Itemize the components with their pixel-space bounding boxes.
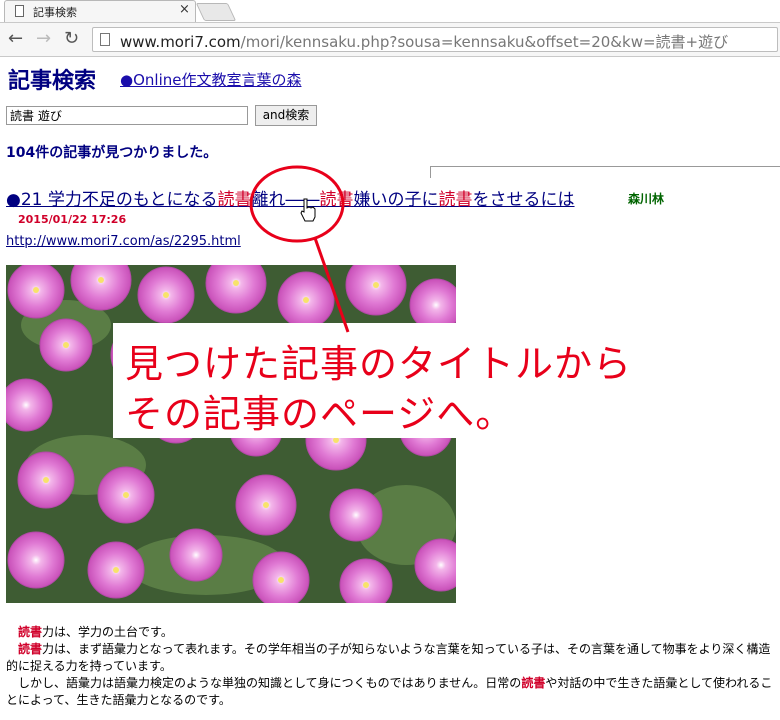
- page-title: 記事検索: [8, 69, 97, 94]
- result-count: 104件の記事が見つかりました。: [6, 145, 218, 161]
- article-author: 森川林: [628, 192, 665, 206]
- article-body: 読書力は、学力の土台です。 読書力は、まず語彙力となって表れます。その学年相当の…: [6, 624, 776, 709]
- article-url-link[interactable]: http://www.mori7.com/as/2295.html: [6, 234, 241, 249]
- side-frame: [430, 166, 780, 178]
- tab-title: 記事検索: [33, 6, 77, 19]
- document-icon: [15, 5, 24, 17]
- article-date: 2015/01/22 17:26: [18, 213, 127, 226]
- annotation-line-1: 見つけた記事のタイトルから: [125, 342, 633, 386]
- close-tab-icon[interactable]: ×: [179, 2, 190, 17]
- body-paragraph: 読書力は、学力の土台です。: [18, 625, 173, 639]
- annotation-line-2: その記事のページへ。: [125, 392, 515, 436]
- body-paragraph: しかし、語彙力は語彙力検定のような単独の知識として身につくものではありません。日…: [6, 676, 773, 707]
- browser-toolbar: ← → ↻ www.mori7.com/mori/kennsaku.php?so…: [0, 23, 780, 57]
- search-input[interactable]: [6, 106, 248, 125]
- page-icon: [100, 33, 110, 46]
- forward-arrow-icon[interactable]: →: [36, 28, 51, 49]
- reload-icon[interactable]: ↻: [64, 28, 79, 49]
- address-bar[interactable]: www.mori7.com/mori/kennsaku.php?sousa=ke…: [92, 27, 778, 52]
- site-link[interactable]: ●Online作文教室言葉の森: [120, 69, 301, 90]
- and-search-button[interactable]: and検索: [255, 105, 317, 126]
- url-text: www.mori7.com/mori/kennsaku.php?sousa=ke…: [120, 33, 729, 51]
- browser-tab[interactable]: 記事検索 ×: [4, 0, 196, 22]
- back-arrow-icon[interactable]: ←: [8, 28, 23, 49]
- article-title-link[interactable]: ●21 学力不足のもとになる読書離れ――読書嫌いの子に読書をさせるには: [6, 185, 575, 210]
- tab-bar: 記事検索 ×: [0, 0, 780, 23]
- new-tab-button[interactable]: [195, 3, 237, 21]
- body-paragraph: 読書力は、まず語彙力となって表れます。その学年相当の子が知らないような言葉を知っ…: [6, 642, 771, 673]
- annotation-box: 見つけた記事のタイトルから その記事のページへ。: [113, 323, 780, 438]
